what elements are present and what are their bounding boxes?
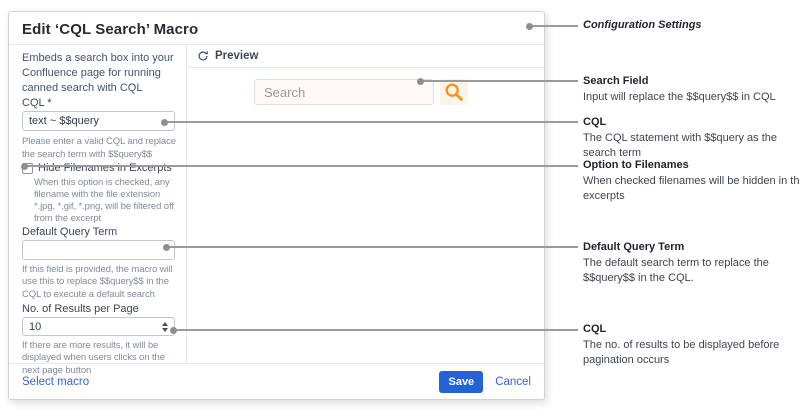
preview-panel: Preview [187,45,544,363]
connector-dot [417,78,424,85]
annotation-title: Configuration Settings [583,18,798,33]
required-marker: * [47,97,51,109]
edit-macro-dialog: Edit ‘CQL Search’ Macro Embeds a search … [8,11,545,400]
default-query-label: Default Query Term [22,226,117,238]
annotation-configuration-settings: Configuration Settings [583,18,798,33]
hide-filenames-row[interactable]: Hide Filenames in Excerpts [22,162,172,174]
annotation-results-cql: CQL The no. of results to be displayed b… [583,322,795,368]
results-per-page-value: 10 [29,321,41,333]
footer-actions: Save Cancel [439,371,531,393]
annotation-body: The default search term to replace the $… [583,256,783,286]
annotation-body: The CQL statement with $$query as the se… [583,131,783,161]
connector-configuration-settings [530,25,578,27]
connector-results-per-page [174,329,578,331]
preview-search-widget [254,79,468,105]
preview-title: Preview [215,50,258,62]
connector-dot [163,244,170,251]
results-per-page-select[interactable]: 10 [22,317,175,336]
stepper-up-arrow [162,322,168,326]
stepper-down-arrow [162,328,168,332]
annotation-title: CQL [583,322,795,337]
hide-filenames-label: Hide Filenames in Excerpts [38,162,172,174]
dialog-footer: Select macro Save Cancel [9,363,544,399]
preview-header: Preview [187,45,544,68]
connector-dot [170,327,177,334]
annotation-title: CQL [583,115,783,130]
preview-search-input[interactable] [254,79,434,105]
refresh-icon[interactable] [197,50,209,62]
annotation-body: When checked filenames will be hidden in… [583,174,800,204]
default-query-input[interactable] [22,240,175,260]
cql-label-text: CQL [22,97,44,109]
annotation-cql: CQL The CQL statement with $$query as th… [583,115,783,161]
save-button[interactable]: Save [439,371,483,393]
annotation-title: Search Field [583,74,800,89]
cancel-link[interactable]: Cancel [495,376,531,388]
annotated-macro-editor-screenshot: Edit ‘CQL Search’ Macro Embeds a search … [0,0,800,420]
annotation-body: Input will replace the $$query$$ in CQL [583,90,800,105]
results-per-page-label: No. of Results per Page [22,303,139,315]
cql-input[interactable] [22,111,175,131]
annotation-search-field: Search Field Input will replace the $$qu… [583,74,800,105]
annotation-body: The no. of results to be displayed befor… [583,338,795,368]
cql-help-text: Please enter a valid CQL and replace the… [22,136,180,161]
connector-default-query-term [167,246,578,248]
dialog-title: Edit ‘CQL Search’ Macro [22,21,198,38]
up-down-stepper-icon[interactable] [162,322,168,332]
connector-dot [21,163,28,170]
connector-search-field [421,80,578,82]
annotation-title: Option to Filenames [583,158,800,173]
connector-dot [161,119,168,126]
macro-config-panel: Embeds a search box into your Confluence… [9,45,186,363]
search-submit-button[interactable] [440,79,468,105]
annotation-option-to-filenames: Option to Filenames When checked filenam… [583,158,800,204]
magnifier-icon [443,81,465,103]
connector-option-to-filenames [25,165,578,167]
hide-filenames-help-text: When this option is checked, any filenam… [34,177,182,225]
select-macro-link[interactable]: Select macro [22,376,89,388]
macro-description: Embeds a search box into your Confluence… [22,51,176,96]
annotation-default-query-term: Default Query Term The default search te… [583,240,783,286]
annotation-title: Default Query Term [583,240,783,255]
connector-dot [526,23,533,30]
cql-field-label: CQL * [22,97,52,109]
connector-cql [165,121,578,123]
default-query-help-text: If this field is provided, the macro wil… [22,264,180,301]
